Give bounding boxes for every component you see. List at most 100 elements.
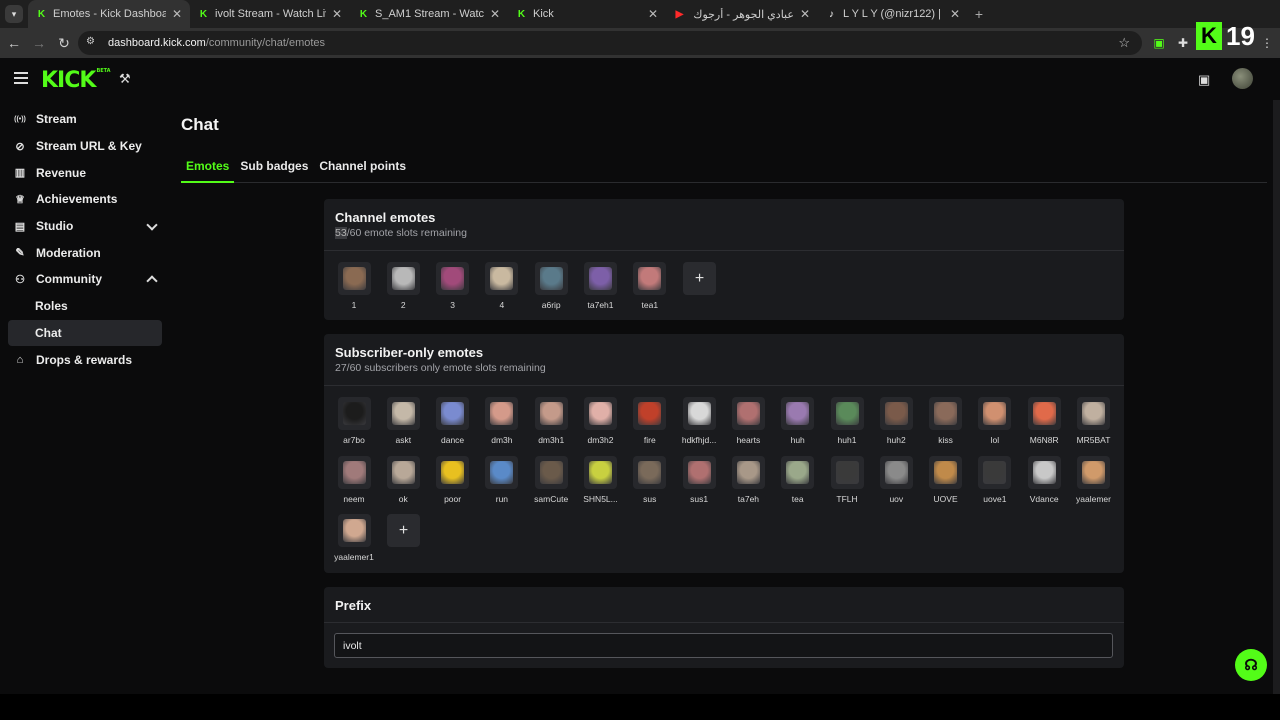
close-tab-icon[interactable]: ✕ [490,7,500,21]
app-header: KICKBETA ⚒ ▣ [0,58,1280,100]
sidebar-item-roles[interactable]: Roles [8,293,162,320]
site-info-icon[interactable]: ⚙ [86,36,100,50]
browser-tab[interactable]: ♪ L Y L Y (@nizr122) | TikTok ✕ [818,0,968,28]
address-bar[interactable]: ⚙ dashboard.kick.com/community/chat/emot… [78,31,1142,55]
emote-item[interactable]: samCute [526,455,576,504]
emote-item[interactable]: dance [428,397,478,445]
emote-item[interactable]: ta7eh1 [576,262,626,310]
sidebar-item-studio[interactable]: ▤ Studio [8,213,162,240]
emote-item[interactable]: TFLH [822,455,872,504]
add-emote-button[interactable]: + [683,262,716,295]
emote-item[interactable]: ar7bo [329,397,379,445]
emote-item[interactable]: a6rip [526,262,576,310]
emote-item[interactable]: ok [378,455,428,504]
emote-item[interactable]: uov [871,455,921,504]
emote-item[interactable]: lol [970,397,1020,445]
add-emote-button[interactable]: + [387,514,420,547]
emote-item[interactable]: Vdance [1019,455,1069,504]
emote-item[interactable]: 4 [477,262,527,310]
emote-item[interactable]: yaalemer1 [329,514,379,562]
emote-thumbnail [391,267,415,290]
kick-icon: K [37,8,46,20]
kick-logo[interactable]: KICKBETA [41,68,111,93]
emote-item[interactable]: hearts [723,397,773,445]
reload-icon[interactable]: ↻ [53,32,75,54]
sidebar-item-revenue[interactable]: ▥ Revenue [8,159,162,186]
emote-image [781,397,815,430]
studio-icon: ▤ [14,220,26,233]
tools-icon[interactable]: ⚒ [119,71,131,87]
emote-item[interactable]: kiss [921,397,971,445]
emote-image [337,397,371,430]
emote-item[interactable]: dm3h [477,397,527,445]
new-tab-button[interactable]: + [968,6,990,22]
emote-item[interactable]: huh1 [822,397,872,445]
emote-item[interactable]: M6N8R [1019,397,1069,445]
emote-name: dm3h2 [587,435,614,445]
support-chat-button[interactable]: ☊ [1235,649,1267,681]
ticket-icon[interactable]: ▣ [1198,72,1210,88]
sidebar-item-label: Revenue [36,165,87,180]
emote-item[interactable]: sus [625,455,675,504]
chevron-up-icon[interactable] [146,275,158,287]
tab-emotes[interactable]: Emotes [181,156,235,183]
browser-tab[interactable]: K Kick ✕ [508,0,666,28]
sidebar-item-drops-rewards[interactable]: ⌂ Drops & rewards [8,346,162,373]
emote-image [929,455,963,489]
emote-item[interactable]: poor [428,455,478,504]
close-tab-icon[interactable]: ✕ [172,7,182,21]
close-tab-icon[interactable]: ✕ [648,7,658,21]
emote-item[interactable]: 1 [329,262,379,310]
sidebar-item-achievements[interactable]: ♕ Achievements [8,186,162,213]
close-tab-icon[interactable]: ✕ [332,7,342,21]
emote-item[interactable]: tea [773,455,823,504]
emote-item[interactable]: run [477,455,527,504]
forward-icon[interactable]: → [28,32,50,54]
sidebar-item-moderation[interactable]: ✎ Moderation [8,239,162,266]
emote-item[interactable]: ta7eh [723,455,773,504]
sidebar-item-stream-url-key[interactable]: ⊘ Stream URL & Key [8,133,162,160]
browser-tab[interactable]: ▶ عبادي الجوهر - أرجوك محبوبي ✕ [666,0,818,28]
emote-item[interactable]: neem [329,455,379,504]
tab-search-button[interactable]: ▾ [5,5,23,23]
prefix-input[interactable] [334,633,1113,658]
scrollbar[interactable] [1273,100,1280,694]
sidebar-item-community[interactable]: ⚇ Community [8,266,162,293]
sidebar-item-chat[interactable]: Chat [8,319,162,347]
close-tab-icon[interactable]: ✕ [800,7,810,21]
emote-item[interactable]: uove1 [970,455,1020,504]
emote-item[interactable]: tea1 [625,262,675,310]
sidebar-item-stream[interactable]: ((•)) Stream [8,106,162,133]
chevron-down-icon[interactable] [146,219,158,231]
emote-item[interactable]: UOVE [921,455,971,504]
user-avatar[interactable] [1232,68,1253,89]
emote-item[interactable]: dm3h2 [576,397,626,445]
emote-image [633,455,667,489]
browser-tab[interactable]: Kivolt Stream - Watch Live on Kick ✕ [190,0,350,28]
sidebar: ((•)) Stream ⊘ Stream URL & Key ▥ Revenue ♕ Ach… [0,106,170,373]
emote-item[interactable]: SHN5L... [576,455,626,504]
emote-item[interactable]: dm3h1 [526,397,576,445]
emote-item[interactable]: fire [625,397,675,445]
emote-item[interactable]: yaalemer [1069,455,1119,504]
emote-item[interactable]: MR5BAT [1069,397,1119,445]
extensions-puzzle-icon[interactable]: ✚ [1174,34,1192,52]
tab-channel-points[interactable]: Channel points [314,156,411,183]
menu-icon[interactable] [14,72,28,84]
back-icon[interactable]: ← [3,32,25,54]
close-tab-icon[interactable]: ✕ [950,7,960,21]
extension-icon[interactable]: ▣ [1150,34,1168,52]
emote-item[interactable]: askt [378,397,428,445]
browser-tab[interactable]: K Emotes - Kick Dashboard ✕ [28,0,190,28]
emote-thumbnail [638,460,662,484]
emote-item[interactable]: sus1 [674,455,724,504]
emote-item[interactable]: hdkfhjd... [674,397,724,445]
emote-item[interactable]: huh [773,397,823,445]
browser-tab[interactable]: K S_AM1 Stream - Watch Live on Kick ✕ [350,0,508,28]
emote-item[interactable]: huh2 [871,397,921,445]
emote-thumbnail [342,519,366,542]
emote-item[interactable]: 2 [378,262,428,310]
tab-sub-badges[interactable]: Sub badges [235,156,313,183]
emote-item[interactable]: 3 [428,262,478,310]
bookmark-star-icon[interactable]: ☆ [1118,35,1130,51]
